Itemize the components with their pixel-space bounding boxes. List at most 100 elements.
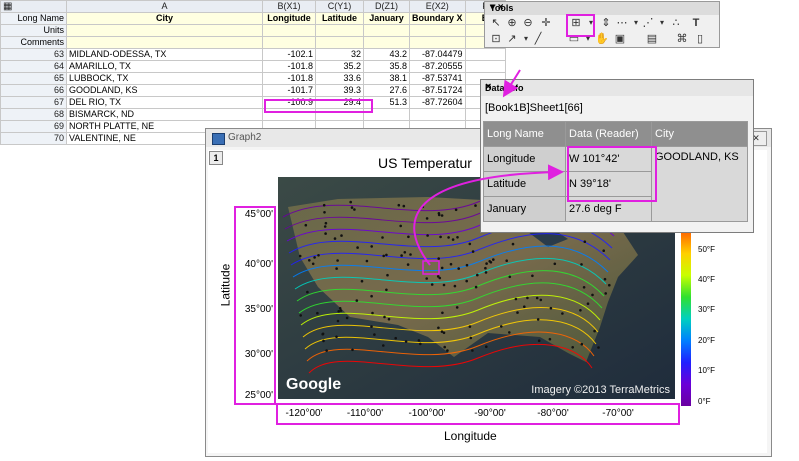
city-cell[interactable]: MIDLAND-ODESSA, TX (66, 48, 263, 61)
tools-window-controls[interactable]: ▾ × (490, 2, 713, 13)
station-point (323, 211, 326, 214)
long-name-cell[interactable]: Longitude (262, 12, 316, 25)
latitude-cell[interactable]: 39.3 (315, 84, 364, 97)
empty-cell[interactable] (464, 48, 506, 61)
latitude-cell[interactable]: 33.6 (315, 72, 364, 85)
city-cell[interactable]: GOODLAND, KS (66, 84, 263, 97)
station-point (333, 237, 337, 240)
table-row[interactable]: 66 GOODLAND, KS -101.7 39.3 27.6 -87.51724 (0, 84, 506, 97)
row-number[interactable]: 64 (0, 60, 67, 73)
column-header-a[interactable]: A (66, 0, 263, 13)
station-point (471, 349, 474, 352)
row-number[interactable]: 63 (0, 48, 67, 61)
text-tool-icon[interactable]: T (689, 16, 703, 30)
zoom-out-icon[interactable]: ⊖ (521, 16, 535, 30)
boundary-x-cell[interactable]: -87.53741 (409, 72, 466, 85)
insert-graph-icon[interactable]: ▣ (613, 32, 627, 46)
insert-image-icon[interactable]: ▤ (645, 32, 659, 46)
column-header-c[interactable]: C(Y1) (315, 0, 364, 13)
longitude-cell[interactable]: -102.1 (262, 48, 316, 61)
dropdown-arrow-icon[interactable]: ▾ (581, 32, 595, 46)
tools-title-bar[interactable]: Tools ▾ × (485, 2, 719, 15)
longitude-cell[interactable]: -101.8 (262, 60, 316, 73)
cylinder-icon[interactable]: ▯ (693, 32, 707, 46)
long-name-cell[interactable]: January (363, 12, 410, 25)
chart-title[interactable]: US Temperatur (378, 155, 472, 171)
city-cell[interactable]: AMARILLO, TX (66, 60, 263, 73)
longitude-cell[interactable]: -101.8 (262, 72, 316, 85)
city-cell[interactable]: DEL RIO, TX (66, 96, 263, 109)
scatter-icon[interactable]: ∴ (669, 16, 683, 30)
city-cell[interactable]: BISMARCK, ND (66, 108, 263, 121)
arrow-tool-icon[interactable]: ↗ (505, 32, 519, 46)
longitude-cell[interactable]: -101.7 (262, 84, 316, 97)
units-cell[interactable] (363, 24, 410, 37)
region-select-icon[interactable]: ⋯ (615, 16, 629, 30)
data-info-close-icon[interactable]: × (485, 81, 747, 93)
dropdown-arrow-icon[interactable]: ▾ (655, 16, 669, 30)
boundary-x-cell[interactable] (409, 108, 466, 121)
row-number[interactable]: 69 (0, 120, 67, 133)
latitude-cell[interactable]: 35.2 (315, 60, 364, 73)
january-cell[interactable]: 35.8 (363, 60, 410, 73)
station-point (508, 331, 511, 334)
zoom-in-icon[interactable]: ⊕ (505, 16, 519, 30)
comments-cell[interactable] (363, 36, 410, 49)
layer-indicator[interactable]: 1 (209, 151, 223, 165)
station-point (593, 329, 596, 333)
long-name-cell[interactable]: City (66, 12, 263, 25)
city-cell[interactable]: LUBBOCK, TX (66, 72, 263, 85)
comments-cell[interactable] (262, 36, 316, 49)
row-label-units: Units (0, 24, 67, 37)
row-number[interactable]: 66 (0, 84, 67, 97)
layer-icon[interactable]: ⊡ (489, 32, 503, 46)
x-axis-label[interactable]: Longitude (444, 429, 497, 443)
table-row[interactable]: 63 MIDLAND-ODESSA, TX -102.1 32 43.2 -87.0447… (0, 48, 506, 61)
units-cell[interactable] (66, 24, 263, 37)
units-cell[interactable] (262, 24, 316, 37)
table-row[interactable]: 64 AMARILLO, TX -101.8 35.2 35.8 -87.20555 (0, 60, 506, 73)
latitude-cell[interactable]: 32 (315, 48, 364, 61)
y-axis-label[interactable]: Latitude (218, 264, 232, 307)
january-cell[interactable]: 43.2 (363, 48, 410, 61)
boundary-x-cell[interactable]: -87.51724 (409, 84, 466, 97)
comments-cell[interactable] (315, 36, 364, 49)
long-name-cell[interactable]: Boundary X (409, 12, 466, 25)
units-cell[interactable] (315, 24, 364, 37)
column-header-d[interactable]: D(Z1) (363, 0, 410, 13)
table-row[interactable]: 67 DEL RIO, TX -100.9 29.4 51.3 -87.72604 (0, 96, 506, 109)
station-point (488, 260, 491, 263)
january-cell[interactable]: 27.6 (363, 84, 410, 97)
comments-cell[interactable] (66, 36, 263, 49)
line-tool-icon[interactable]: ╱ (531, 32, 545, 46)
screen-reader-icon[interactable]: ✛ (539, 16, 553, 30)
station-point (356, 246, 359, 249)
table-row[interactable]: 68 BISMARCK, ND (0, 108, 506, 121)
column-header-e[interactable]: E(X2) (409, 0, 466, 13)
column-header-b[interactable]: B(X1) (262, 0, 316, 13)
row-number[interactable]: 70 (0, 132, 67, 145)
comments-cell[interactable] (409, 36, 466, 49)
january-cell[interactable]: 38.1 (363, 72, 410, 85)
row-number[interactable]: 65 (0, 72, 67, 85)
units-cell[interactable] (409, 24, 466, 37)
boundary-x-cell[interactable]: -87.72604 (409, 96, 466, 109)
move-object-icon[interactable]: ⌘ (675, 32, 689, 46)
pointer-icon[interactable]: ↖ (489, 16, 503, 30)
sheet-corner[interactable]: ▦ (0, 0, 67, 13)
boundary-x-cell[interactable]: -87.04479 (409, 48, 466, 61)
long-name-cell[interactable]: Latitude (315, 12, 364, 25)
rectangle-tool-icon[interactable]: ▭ (567, 32, 581, 46)
pan-hand-icon[interactable]: ✋ (595, 32, 609, 46)
station-point (324, 232, 327, 235)
empty-cell[interactable] (464, 60, 506, 73)
table-row[interactable]: 65 LUBBOCK, TX -101.8 33.6 38.1 -87.53741 (0, 72, 506, 85)
info-row-name: Longitude (483, 146, 566, 172)
row-number[interactable]: 67 (0, 96, 67, 109)
color-scale-bar[interactable] (681, 210, 691, 406)
boundary-x-cell[interactable]: -87.20555 (409, 60, 466, 73)
data-info-title-bar[interactable]: Data Info × (481, 80, 753, 96)
mask-icon[interactable]: ⇕ (599, 16, 613, 30)
draw-data-icon[interactable]: ⋰ (641, 16, 655, 30)
row-number[interactable]: 68 (0, 108, 67, 121)
